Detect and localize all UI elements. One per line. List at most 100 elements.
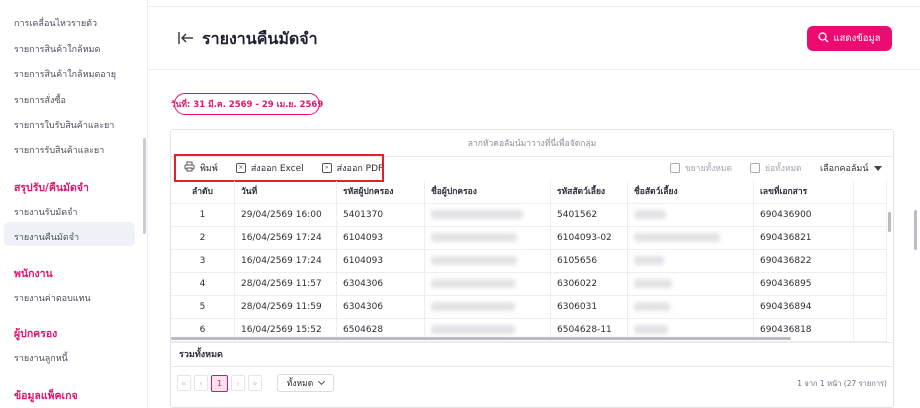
collapse-left-icon[interactable] (177, 30, 195, 46)
cell-doc-no: 690436895 (754, 273, 854, 296)
print-label: พิมพ์ (200, 164, 218, 174)
export-excel-button[interactable]: × ส่งออก Excel (235, 161, 304, 175)
redacted-owner-name (431, 325, 515, 334)
table-header-row: ลำดับ วันที่ รหัสผู้ปกครอง ชื่อผู้ปกครอง… (171, 181, 887, 204)
date-range-badge[interactable]: วันที่: 31 มี.ค. 2569 - 29 เม.ย. 2569 (171, 93, 323, 115)
export-pdf-button[interactable]: » ส่งออก PDF (321, 161, 384, 175)
page-title: รายงานคืนมัดจำ (202, 29, 318, 48)
table-row[interactable]: 3 16/04/2569 17:24 6104093 6105656 69043… (171, 250, 887, 273)
cell-extra (854, 296, 887, 319)
sidebar-item-debtors[interactable]: รายงานลูกหนี้ (14, 351, 68, 365)
cell-date: 28/04/2569 11:57 (235, 273, 337, 296)
prev-page-button[interactable]: ‹ (194, 375, 208, 391)
cell-pet-name (628, 250, 754, 273)
next-page-button[interactable]: › (231, 375, 245, 391)
cell-owner-name (425, 227, 551, 250)
cell-extra (854, 250, 887, 273)
export-pdf-label: ส่งออก PDF (336, 164, 384, 174)
redacted-owner-name (431, 256, 517, 265)
cell-doc-no: 690436822 (754, 250, 854, 273)
cell-owner-name (425, 273, 551, 296)
cell-owner-name (425, 250, 551, 273)
cell-pet-name (628, 273, 754, 296)
column-header-pet-name[interactable]: ชื่อสัตว์เลี้ยง (628, 181, 754, 204)
table-row[interactable]: 4 28/04/2569 11:57 6304306 6306022 69043… (171, 273, 887, 296)
redacted-pet-name (634, 210, 666, 219)
sidebar-item-deposit-returned[interactable]: รายงานคืนมัดจำ (14, 230, 79, 244)
print-button[interactable]: พิมพ์ (184, 161, 218, 175)
page-button-current[interactable]: 1 (211, 374, 228, 392)
export-excel-label: ส่งออก Excel (250, 164, 304, 174)
sidebar-item-movement[interactable]: การเคลื่อนไหวรายตัว (14, 16, 97, 30)
sidebar-section-owner: ผู้ปกครอง (14, 328, 58, 340)
cell-owner-code: 5401370 (337, 204, 425, 227)
cell-doc-no: 690436894 (754, 296, 854, 319)
group-by-drop-zone[interactable]: ลากหัวคอลัมน์มาวางที่นี่เพื่อจัดกลุ่ม (171, 130, 893, 157)
redacted-owner-name (431, 210, 523, 219)
cell-owner-code: 6304306 (337, 273, 425, 296)
sidebar-section-staff: พนักงาน (14, 268, 53, 280)
expand-all-label: ขยายทั้งหมด (685, 164, 733, 174)
page-size-select[interactable]: ทั้งหมด (277, 374, 334, 392)
table-row[interactable]: 5 28/04/2569 11:59 6304306 6306031 69043… (171, 296, 887, 319)
table-horizontal-scrollbar[interactable] (171, 337, 791, 340)
pager: « ‹ 1 › » ทั้งหมด (177, 374, 334, 392)
printer-icon (184, 161, 195, 175)
cell-owner-code: 6104093 (337, 250, 425, 273)
sidebar-item-low-stock[interactable]: รายการสินค้าใกล้หมด (14, 42, 100, 56)
first-page-button[interactable]: « (177, 375, 191, 391)
caret-down-icon (874, 165, 883, 171)
table-row[interactable]: 1 29/04/2569 16:00 5401370 5401562 69043… (171, 204, 887, 227)
redacted-owner-name (431, 233, 517, 242)
column-header-owner-code[interactable]: รหัสผู้ปกครอง (337, 181, 425, 204)
cell-pet-code: 6105656 (551, 250, 628, 273)
cell-pet-code: 6104093-02 (551, 227, 628, 250)
cell-date: 16/04/2569 17:24 (235, 227, 337, 250)
cell-extra (854, 227, 887, 250)
cell-pet-code: 5401562 (551, 204, 628, 227)
column-header-doc-no[interactable]: เลขที่เอกสาร (754, 181, 854, 204)
column-chooser-label: เลือกคอลัมน์ (820, 164, 869, 174)
cell-doc-no: 690436821 (754, 227, 854, 250)
cell-owner-name (425, 204, 551, 227)
column-header-no[interactable]: ลำดับ (171, 181, 235, 204)
column-header-date[interactable]: วันที่ (235, 181, 337, 204)
sidebar-item-receipts[interactable]: รายการใบรับสินค้าและยา (14, 118, 114, 132)
show-data-button[interactable]: แสดงข้อมูล (807, 26, 892, 51)
table-row[interactable]: 2 16/04/2569 17:24 6104093 6104093-02 69… (171, 227, 887, 250)
cell-pet-name (628, 227, 754, 250)
last-page-button[interactable]: » (248, 375, 262, 391)
total-row: รวมทั้งหมด (171, 342, 893, 367)
sidebar-item-received-goods[interactable]: รายการรับสินค้าและยา (14, 143, 104, 157)
cell-pet-code: 6306031 (551, 296, 628, 319)
sidebar-item-compensation[interactable]: รายงานค่าตอบแทน (14, 291, 91, 305)
sidebar-item-deposit-received[interactable]: รายงานรับมัดจำ (14, 205, 77, 219)
sidebar-item-near-expiry[interactable]: รายการสินค้าใกล้หมดอายุ (14, 67, 116, 81)
cell-date: 29/04/2569 16:00 (235, 204, 337, 227)
table-vertical-scrollbar[interactable] (888, 212, 891, 232)
redacted-pet-name (634, 325, 668, 334)
page-scrollbar[interactable] (914, 210, 917, 250)
column-header-pet-code[interactable]: รหัสสัตว์เลี้ยง (551, 181, 628, 204)
expand-all-button[interactable]: ขยายทั้งหมด (670, 161, 732, 175)
cell-extra (854, 319, 887, 342)
excel-icon: × (235, 163, 246, 173)
sidebar-scrollbar[interactable] (143, 138, 146, 234)
column-header-owner-name[interactable]: ชื่อผู้ปกครอง (425, 181, 551, 204)
cell-owner-code: 6104093 (337, 227, 425, 250)
cell-pet-name (628, 296, 754, 319)
cell-pet-code: 6306022 (551, 273, 628, 296)
collapse-all-button[interactable]: ย่อทั้งหมด (750, 161, 802, 175)
cell-extra (854, 273, 887, 296)
sidebar: การเคลื่อนไหวรายตัว รายการสินค้าใกล้หมด … (0, 0, 148, 408)
column-header-extra (854, 181, 887, 204)
sidebar-item-purchase-orders[interactable]: รายการสั่งซื้อ (14, 93, 66, 107)
header-divider (148, 69, 920, 70)
redacted-owner-name (431, 302, 515, 311)
report-grid: ลากหัวคอลัมน์มาวางที่นี่เพื่อจัดกลุ่ม พิ… (170, 129, 894, 408)
cell-owner-code: 6304306 (337, 296, 425, 319)
sidebar-section-deposit: สรุปรับ/คืนมัดจำ (14, 182, 89, 194)
column-chooser[interactable]: เลือกคอลัมน์ (820, 161, 883, 175)
cell-no: 5 (171, 296, 235, 319)
show-data-label: แสดงข้อมูล (833, 33, 881, 44)
